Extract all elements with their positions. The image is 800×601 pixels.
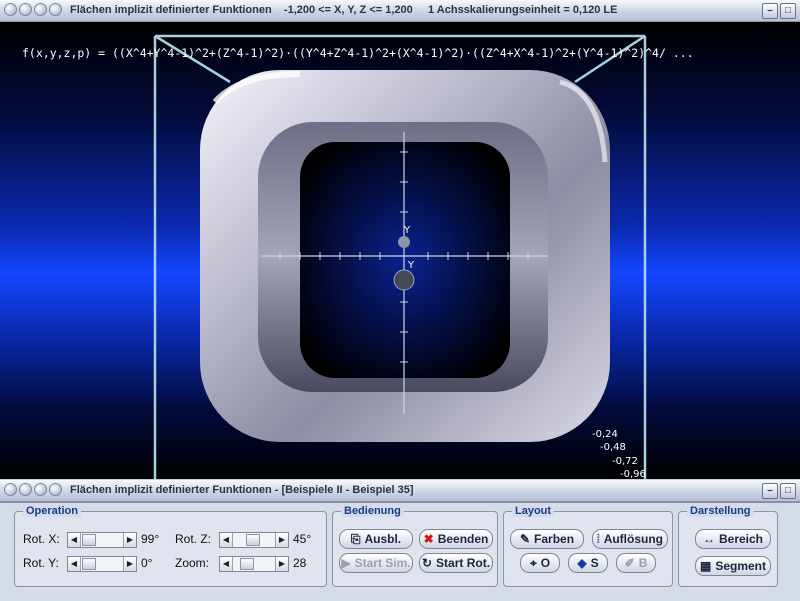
axis-marker xyxy=(398,236,410,248)
minimize-icon[interactable]: – xyxy=(762,3,778,19)
rot-x-label: Rot. X: xyxy=(23,532,60,546)
zoom-label: Zoom: xyxy=(175,556,210,570)
crosshair-icon: ⌖ xyxy=(529,555,537,570)
arrow-left-icon[interactable]: ◀ xyxy=(220,533,233,547)
s-button[interactable]: ◆ S xyxy=(568,553,608,573)
bedienung-title: Bedienung xyxy=(341,505,404,517)
origin-button[interactable]: ⌖ O xyxy=(520,553,560,573)
window-dot-icon[interactable] xyxy=(49,3,62,16)
bedienung-group: Bedienung ⎘ Ausbl. ✖ Beenden ▶ Start Sim. ↻… xyxy=(332,505,498,587)
operation-title: Operation xyxy=(23,505,81,517)
slider-thumb[interactable] xyxy=(82,534,96,546)
axis-tick-label: -0,48 xyxy=(600,442,626,453)
grid-icon: ⦙ xyxy=(596,531,600,546)
pen-icon: ✐ xyxy=(624,556,635,570)
start-rot-button[interactable]: ↻ Start Rot. xyxy=(419,553,493,573)
arrow-left-icon[interactable]: ◀ xyxy=(220,557,233,571)
window-dot-icon[interactable] xyxy=(19,483,32,496)
axis-tick-label: -0,24 xyxy=(592,429,618,440)
copy-icon: ⎘ xyxy=(350,531,361,546)
rot-x-slider[interactable]: ◀ ▶ xyxy=(67,532,137,548)
control-panel: Operation Rot. X: ◀ ▶ 99° Rot. Y: ◀ ▶ 0°… xyxy=(0,502,800,601)
axis-origin-marker xyxy=(393,269,415,291)
cube-icon: ◆ xyxy=(577,556,587,570)
aufloesung-button[interactable]: ⦙ Auflösung xyxy=(592,529,668,549)
minimize-icon[interactable]: – xyxy=(762,483,778,499)
operation-group: Operation Rot. X: ◀ ▶ 99° Rot. Y: ◀ ▶ 0°… xyxy=(14,505,327,587)
start-sim-button[interactable]: ▶ Start Sim. xyxy=(339,553,413,573)
range-icon: ↔ xyxy=(702,532,715,546)
arrow-right-icon[interactable]: ▶ xyxy=(275,557,288,571)
zoom-slider[interactable]: ◀ ▶ xyxy=(219,556,289,572)
axis-tick-label: -0,72 xyxy=(612,456,638,467)
rot-y-label: Rot. Y: xyxy=(23,556,59,570)
window-dot-icon[interactable] xyxy=(34,483,47,496)
window-dot-icon[interactable] xyxy=(34,3,47,16)
play-icon: ▶ xyxy=(341,556,351,570)
darstellung-title: Darstellung xyxy=(687,505,754,517)
layout-title: Layout xyxy=(512,505,555,517)
rotate-icon: ↻ xyxy=(421,556,433,570)
window-dot-icon[interactable] xyxy=(4,3,17,16)
axis-y-label: Y xyxy=(404,225,411,236)
close-icon: ✖ xyxy=(423,532,434,546)
maximize-icon[interactable]: □ xyxy=(780,483,796,499)
rot-z-label: Rot. Z: xyxy=(175,532,212,546)
rot-z-slider[interactable]: ◀ ▶ xyxy=(219,532,289,548)
axis-tick-label: -0,96 xyxy=(620,469,646,479)
slider-thumb[interactable] xyxy=(82,558,96,570)
main-window-title: Flächen implizit definierter Funktionen … xyxy=(70,4,618,16)
render-viewport[interactable]: f(x,y,z,p) = ((X^4+Y^4-1)^2+(Z^4-1)^2)·(… xyxy=(0,22,800,479)
slider-thumb[interactable] xyxy=(240,558,254,570)
rot-y-slider[interactable]: ◀ ▶ xyxy=(67,556,137,572)
control-window-title: Flächen implizit definierter Funktionen … xyxy=(70,484,414,496)
rot-x-value: 99° xyxy=(141,532,160,546)
window-dot-icon[interactable] xyxy=(4,483,17,496)
window-menu-dots[interactable] xyxy=(4,3,62,16)
farben-button[interactable]: ✎ Farben xyxy=(510,529,584,549)
arrow-right-icon[interactable]: ▶ xyxy=(123,533,136,547)
arrow-left-icon[interactable]: ◀ xyxy=(68,557,81,571)
surface-render xyxy=(153,34,647,479)
beenden-button[interactable]: ✖ Beenden xyxy=(419,529,493,549)
control-window-titlebar[interactable]: Flächen implizit definierter Funktionen … xyxy=(0,480,800,502)
segment-button[interactable]: ▦ Segment xyxy=(695,556,771,576)
paint-icon: ✎ xyxy=(519,532,531,546)
arrow-right-icon[interactable]: ▶ xyxy=(275,533,288,547)
darstellung-group: Darstellung ↔ Bereich ▦ Segment xyxy=(678,505,778,587)
b-button[interactable]: ✐ B xyxy=(616,553,656,573)
window-dot-icon[interactable] xyxy=(49,483,62,496)
arrow-right-icon[interactable]: ▶ xyxy=(123,557,136,571)
main-window-titlebar[interactable]: Flächen implizit definierter Funktionen … xyxy=(0,0,800,22)
maximize-icon[interactable]: □ xyxy=(780,3,796,19)
rot-y-value: 0° xyxy=(141,556,153,570)
arrow-left-icon[interactable]: ◀ xyxy=(68,533,81,547)
slider-thumb[interactable] xyxy=(246,534,260,546)
surface-hole xyxy=(300,142,510,378)
ausbl-button[interactable]: ⎘ Ausbl. xyxy=(339,529,413,549)
rot-z-value: 45° xyxy=(293,532,312,546)
layout-group: Layout ✎ Farben ⦙ Auflösung ⌖ O ◆ S ✐ B xyxy=(503,505,673,587)
window-dot-icon[interactable] xyxy=(19,3,32,16)
bereich-button[interactable]: ↔ Bereich xyxy=(695,529,771,549)
formula-text: f(x,y,z,p) = ((X^4+Y^4-1)^2+(Z^4-1)^2)·(… xyxy=(22,46,694,60)
zoom-value: 28 xyxy=(293,556,307,570)
axis-y-label: Y xyxy=(408,260,415,271)
table-icon: ▦ xyxy=(699,559,712,573)
